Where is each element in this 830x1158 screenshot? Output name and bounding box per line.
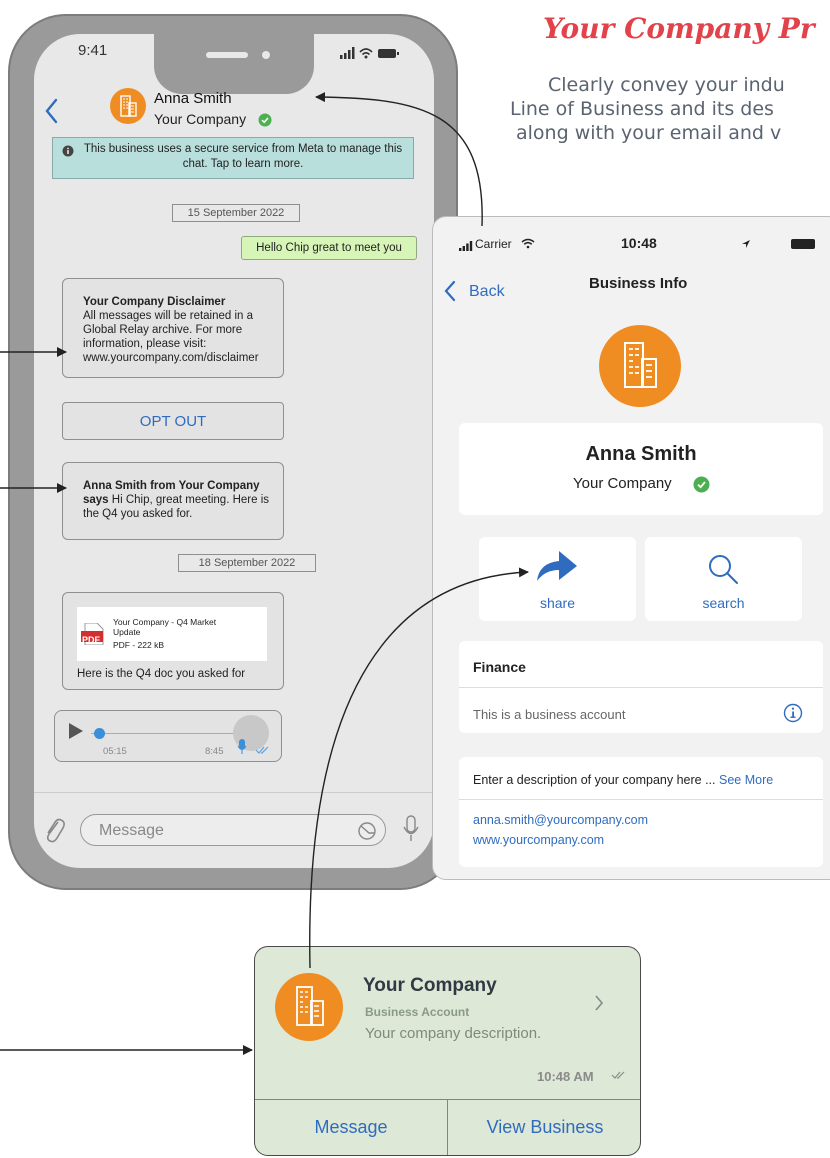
account-section: Finance This is a business account [459, 641, 823, 733]
incoming-message-bubble[interactable]: Anna Smith from Your Company says Hi Chi… [62, 462, 284, 540]
business-description: Enter a description of your company here… [473, 773, 716, 787]
message-placeholder: Message [99, 822, 164, 839]
speaker-grille [206, 52, 248, 58]
search-icon [709, 555, 738, 584]
document-meta: PDF - 222 kB [113, 640, 165, 650]
business-avatar [599, 325, 681, 407]
panel-status-time: 10:48 [621, 235, 657, 251]
message-input[interactable]: Message [80, 814, 386, 846]
voice-time: 8:45 [205, 746, 224, 757]
card-time: 10:48 AM [537, 1069, 594, 1084]
date-divider-2: 18 September 2022 [178, 554, 316, 572]
share-action[interactable]: share [479, 537, 636, 621]
contact-name[interactable]: Anna Smith [154, 90, 232, 107]
card-subtitle: Business Account [365, 1005, 470, 1019]
status-time: 9:41 [78, 42, 108, 59]
double-check-icon [611, 1071, 625, 1079]
carrier-label: Carrier [475, 237, 512, 251]
attachment-icon[interactable] [42, 816, 66, 844]
description-row: Enter a description of your company here… [473, 773, 773, 787]
signal-icon [459, 241, 473, 251]
back-chevron-icon[interactable] [42, 94, 62, 128]
business-company: Your Company [573, 475, 672, 492]
play-icon[interactable] [67, 721, 85, 741]
description-section: Enter a description of your company here… [459, 757, 823, 867]
business-info-panel: Carrier 10:48 Back Business Info Anna Sm… [432, 216, 830, 880]
website-link[interactable]: www.yourcompany.com [473, 833, 604, 847]
security-notice[interactable]: This business uses a secure service from… [52, 137, 414, 179]
card-business-name: Your Company [363, 975, 497, 996]
back-chevron-icon[interactable] [443, 279, 457, 303]
disclaimer-title: Your Company Disclaimer [83, 296, 226, 308]
contact-avatar[interactable] [110, 88, 146, 124]
profile-card: Anna Smith Your Company [459, 423, 823, 515]
contact-company: Your Company [154, 111, 247, 127]
share-icon [537, 551, 577, 581]
heading-line-1: Clearly convey your indu [548, 74, 785, 96]
date-divider-1: 15 September 2022 [172, 204, 300, 222]
phone-frame: 9:41 Anna Smith Your Company This busine… [8, 14, 458, 890]
voice-elapsed: 05:15 [103, 746, 127, 757]
voice-progress-knob[interactable] [93, 728, 105, 739]
outgoing-message[interactable]: Hello Chip great to meet you [241, 236, 417, 260]
verified-badge-icon [258, 113, 272, 127]
double-check-icon [255, 746, 269, 754]
business-name: Anna Smith [585, 443, 697, 465]
heading-line-3: along with your email and v [516, 122, 782, 144]
email-link[interactable]: anna.smith@yourcompany.com [473, 813, 648, 827]
sticker-icon[interactable] [357, 821, 377, 841]
back-button[interactable]: Back [469, 283, 505, 301]
info-icon [62, 144, 74, 157]
info-icon[interactable] [783, 703, 803, 723]
building-icon [624, 342, 657, 388]
signal-wifi-battery-icon [340, 47, 399, 59]
document-bubble[interactable]: PDF Your Company - Q4 Market Update PDF … [62, 592, 284, 690]
microphone-icon [237, 739, 247, 754]
heading-line-2: Line of Business and its des [510, 98, 774, 120]
disclaimer-bubble[interactable]: Your Company Disclaimer All messages wil… [62, 278, 284, 378]
opt-out-button[interactable]: OPT OUT [62, 402, 284, 440]
section-divider [459, 687, 823, 688]
status-icons [340, 46, 400, 60]
wifi-icon [521, 238, 535, 249]
battery-icon [791, 239, 815, 249]
heading-title: Your Company Pr [543, 12, 815, 45]
phone-screen: 9:41 Anna Smith Your Company This busine… [34, 34, 434, 868]
section-divider [459, 799, 823, 800]
microphone-icon[interactable] [402, 814, 420, 844]
phone-notch [154, 34, 314, 94]
search-action[interactable]: search [645, 537, 802, 621]
location-arrow-icon [742, 240, 750, 248]
pdf-badge: PDF [82, 635, 100, 645]
see-more-link[interactable]: See More [719, 773, 773, 787]
verified-badge-icon [693, 476, 710, 493]
voice-progress-track[interactable] [91, 733, 241, 734]
share-label: share [539, 595, 576, 611]
notice-text: This business uses a secure service from… [83, 143, 403, 170]
card-avatar [275, 973, 343, 1041]
message-button[interactable]: Message [255, 1099, 447, 1155]
building-icon [120, 95, 137, 117]
building-icon [296, 986, 324, 1026]
document-caption: Here is the Q4 doc you asked for [77, 668, 246, 680]
search-label: search [702, 595, 745, 611]
message-text: Hi Chip, great meeting. Here is the Q4 y… [83, 494, 270, 520]
view-business-button[interactable]: View Business [448, 1099, 640, 1155]
input-divider [34, 792, 434, 793]
canvas: Your Company Pr Clearly convey your indu… [0, 0, 830, 1158]
disclaimer-body: All messages will be retained in a Globa… [83, 310, 259, 364]
business-category: Finance [473, 659, 526, 675]
business-card-message[interactable]: Your Company Business Account Your compa… [254, 946, 641, 1156]
voice-message-bubble[interactable]: 05:15 8:45 [54, 710, 282, 762]
front-camera [262, 51, 270, 59]
chevron-right-icon[interactable] [593, 993, 605, 1013]
account-type: This is a business account [473, 707, 626, 722]
panel-title: Business Info [589, 275, 688, 292]
document-title: Your Company - Q4 Market Update [113, 617, 217, 637]
card-description: Your company description. [365, 1025, 542, 1042]
